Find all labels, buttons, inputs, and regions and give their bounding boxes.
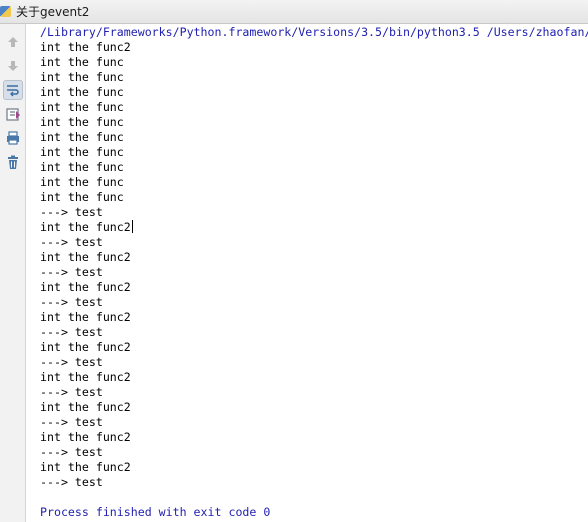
console-line: ---> test: [40, 355, 103, 369]
console-line: int the func: [40, 70, 124, 84]
console-line-with-caret: int the func2: [40, 220, 588, 235]
console-line: ---> test: [40, 445, 103, 459]
run-tab-bar: 关于gevent2: [0, 0, 588, 24]
trash-icon: [8, 155, 18, 169]
scroll-to-end-icon: [6, 108, 20, 121]
console-line: ---> test: [40, 205, 103, 219]
text-caret: [131, 220, 133, 233]
console-line: int the func: [40, 190, 124, 204]
arrow-down-icon: [8, 61, 18, 71]
console-line: int the func: [40, 85, 124, 99]
console-line: int the func2: [40, 250, 131, 264]
run-tab-title[interactable]: 关于gevent2: [16, 4, 89, 20]
console-line: ---> test: [40, 295, 103, 309]
console-line: ---> test: [40, 475, 103, 489]
console-line: ---> test: [40, 235, 103, 249]
console-line: ---> test: [40, 385, 103, 399]
console-line: int the func2: [40, 430, 131, 444]
soft-wrap-button[interactable]: [3, 80, 23, 100]
console-line: int the func: [40, 130, 124, 144]
console-output-lines: int the func2 int the func int the func …: [40, 40, 588, 490]
console-line: int the func2: [40, 40, 131, 54]
console-line: int the func: [40, 115, 124, 129]
console-line: int the func: [40, 145, 124, 159]
console-output[interactable]: /Library/Frameworks/Python.framework/Ver…: [40, 25, 588, 522]
console-line: int the func: [40, 175, 124, 189]
console-line: int the func2: [40, 340, 131, 354]
scroll-down-button[interactable]: [3, 56, 23, 76]
console-line: int the func2: [40, 460, 131, 474]
console-line: int the func2: [40, 370, 131, 384]
console-line: int the func2: [40, 280, 131, 294]
console-line: ---> test: [40, 325, 103, 339]
console-command-line: /Library/Frameworks/Python.framework/Ver…: [40, 25, 588, 39]
rerun-up-button[interactable]: [3, 32, 23, 52]
console-line: int the func: [40, 160, 124, 174]
clear-all-button[interactable]: [3, 152, 23, 172]
console-line: int the func2: [40, 310, 131, 324]
print-button[interactable]: [3, 128, 23, 148]
console-line: int the func: [40, 55, 124, 69]
python-file-icon: [0, 6, 11, 17]
console-exit-message: Process finished with exit code 0: [40, 505, 271, 519]
console-line: ---> test: [40, 265, 103, 279]
run-toolbar: [0, 24, 26, 522]
console-line: int the func: [40, 100, 124, 114]
soft-wrap-icon: [7, 85, 19, 97]
print-icon: [7, 131, 19, 145]
arrow-up-icon: [8, 37, 18, 47]
console-line: ---> test: [40, 415, 103, 429]
console-line-text: int the func2: [40, 220, 131, 234]
scroll-to-end-button[interactable]: [3, 104, 23, 124]
run-window: 关于gevent2 /Library/Frameworks/Python.fra…: [0, 0, 588, 522]
console-line: int the func2: [40, 400, 131, 414]
